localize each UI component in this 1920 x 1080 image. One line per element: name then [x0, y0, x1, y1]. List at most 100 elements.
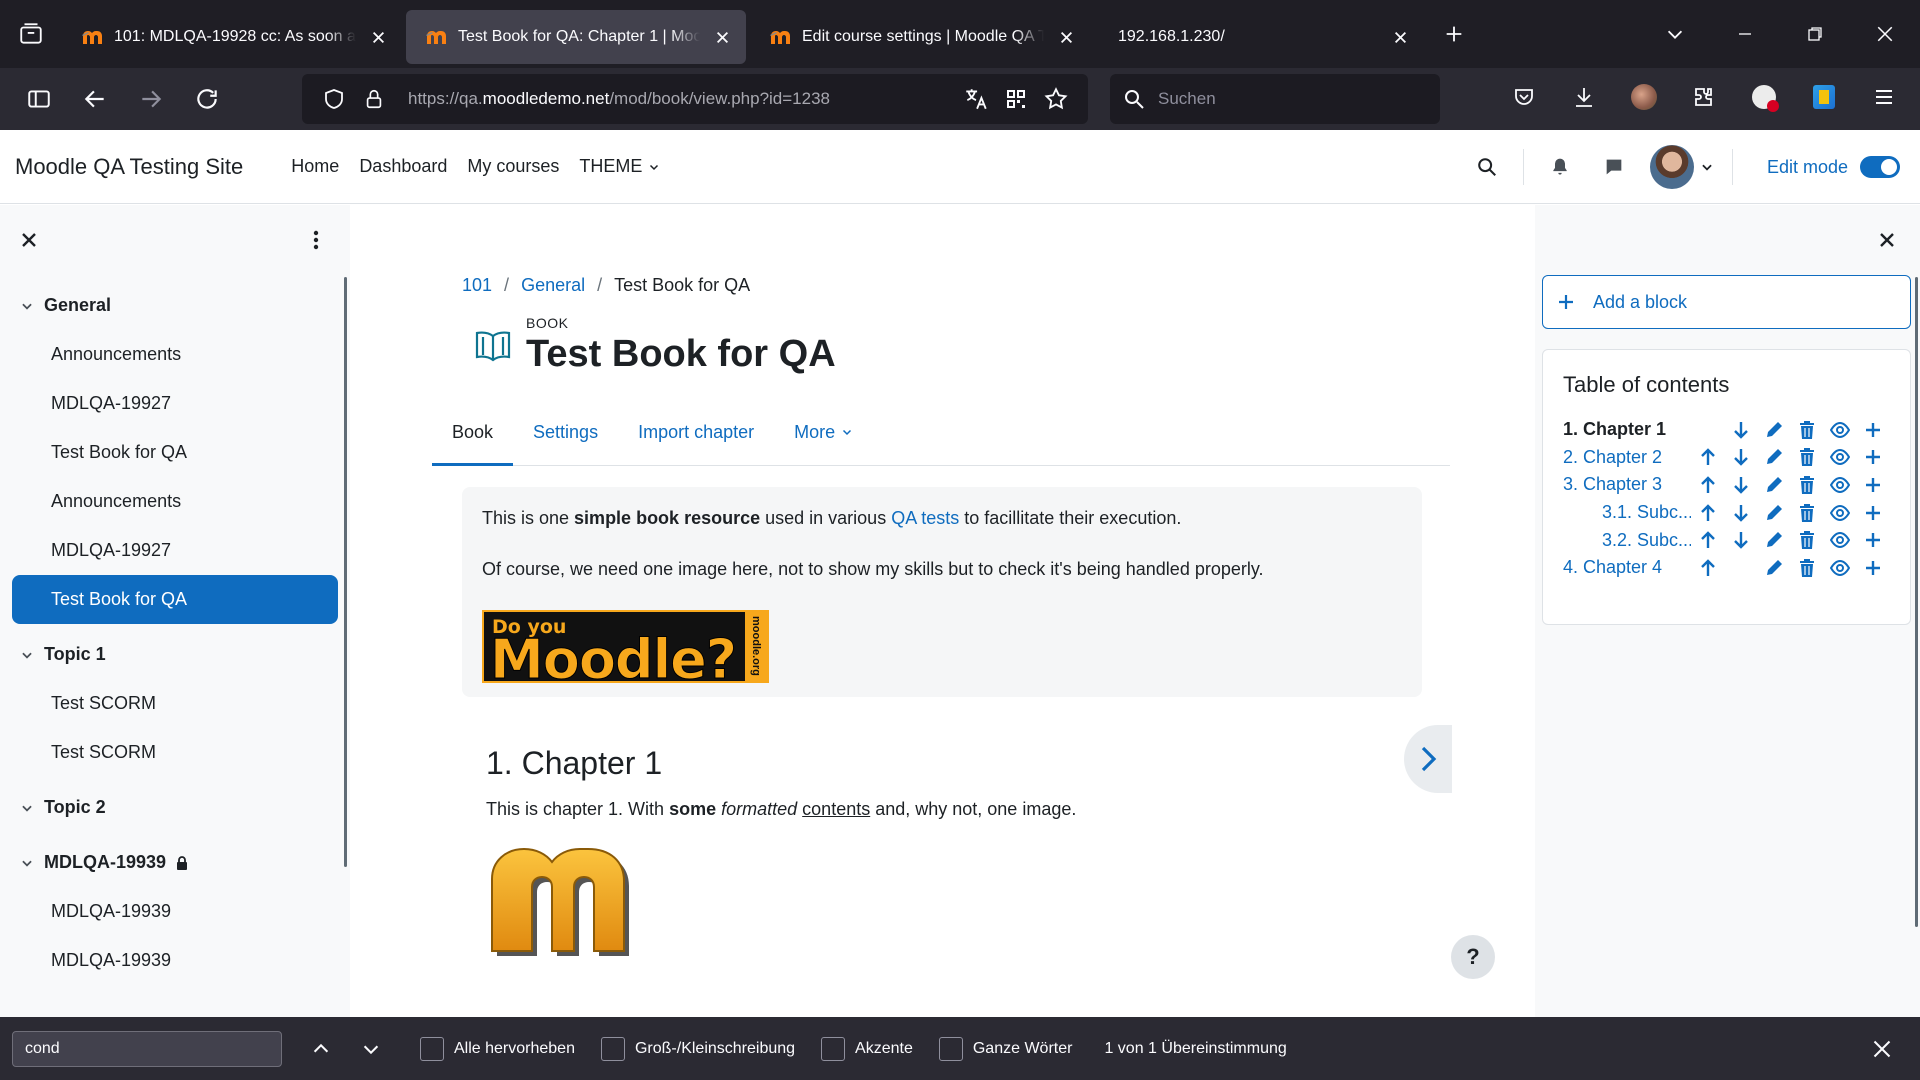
- browser-tab[interactable]: Test Book for QA: Chapter 1 | Moodle Q: [406, 10, 746, 64]
- hide-eye-icon[interactable]: [1823, 473, 1856, 497]
- delete-trash-icon[interactable]: [1790, 418, 1823, 442]
- browser-tab[interactable]: 192.168.1.230/: [1094, 10, 1424, 64]
- web-search-bar[interactable]: [1110, 74, 1440, 124]
- move-down-arrow-icon[interactable]: [1724, 418, 1757, 442]
- bookmark-star-icon[interactable]: [1036, 79, 1076, 119]
- move-down-arrow-icon[interactable]: [1724, 473, 1757, 497]
- extensions-icon[interactable]: [1678, 74, 1730, 120]
- hide-eye-icon[interactable]: [1823, 418, 1856, 442]
- hide-eye-icon[interactable]: [1823, 445, 1856, 469]
- back-arrow-icon[interactable]: [72, 76, 118, 122]
- account-avatar-icon[interactable]: [1618, 74, 1670, 120]
- messages-icon[interactable]: [1596, 149, 1632, 185]
- add-chapter-plus-icon[interactable]: [1856, 473, 1889, 497]
- toc-chapter-link[interactable]: 2. Chapter 2: [1563, 447, 1691, 468]
- match-case-checkbox[interactable]: Groß-/Kleinschreibung: [600, 1036, 795, 1061]
- browser-tab[interactable]: Edit course settings | Moodle QA Testin: [750, 10, 1090, 64]
- move-down-arrow-icon[interactable]: [1724, 528, 1757, 552]
- edit-pencil-icon[interactable]: [1757, 473, 1790, 497]
- toc-chapter-link[interactable]: 3.2. Subc...: [1563, 530, 1691, 551]
- course-index-section[interactable]: MDLQA-19939: [12, 838, 338, 887]
- primary-nav-dashboard[interactable]: Dashboard: [349, 156, 457, 177]
- user-avatar[interactable]: [1649, 145, 1694, 189]
- edit-pencil-icon[interactable]: [1757, 528, 1790, 552]
- course-index-item[interactable]: Announcements: [12, 477, 338, 526]
- find-input[interactable]: [12, 1030, 282, 1067]
- downloads-icon[interactable]: [1558, 74, 1610, 120]
- course-index-item[interactable]: MDLQA-19939: [12, 887, 338, 936]
- find-next-chevron-down-icon[interactable]: [348, 1026, 394, 1072]
- tab-close-icon[interactable]: [366, 25, 390, 49]
- hide-eye-icon[interactable]: [1823, 556, 1856, 580]
- block-drawer-scrollbar[interactable]: [1915, 277, 1918, 927]
- tab-list-icon[interactable]: [0, 0, 62, 68]
- tab-close-icon[interactable]: [1388, 25, 1412, 49]
- highlight-all-checkbox[interactable]: Alle hervorheben: [420, 1036, 575, 1061]
- qa-tests-link[interactable]: QA tests: [891, 508, 959, 528]
- tab-close-icon[interactable]: [1054, 25, 1078, 49]
- course-index-item[interactable]: Test Book for QA: [12, 428, 338, 477]
- browser-tab[interactable]: 101: MDLQA-19928 cc: As soon as we l: [62, 10, 402, 64]
- close-window-button[interactable]: [1850, 0, 1920, 68]
- course-index-item[interactable]: Announcements: [12, 330, 338, 379]
- delete-trash-icon[interactable]: [1790, 501, 1823, 525]
- chevron-down-icon[interactable]: [20, 648, 34, 662]
- privacy-extension-icon[interactable]: [1738, 74, 1790, 120]
- edit-mode-switch[interactable]: Edit mode: [1767, 156, 1900, 178]
- tab-close-icon[interactable]: [710, 25, 734, 49]
- add-chapter-plus-icon[interactable]: [1856, 528, 1889, 552]
- course-index-scrollbar[interactable]: [344, 277, 347, 867]
- add-chapter-plus-icon[interactable]: [1856, 556, 1889, 580]
- forward-arrow-icon[interactable]: [128, 76, 174, 122]
- web-search-input[interactable]: [1158, 89, 1418, 109]
- course-index-item[interactable]: MDLQA-19939: [12, 936, 338, 985]
- toc-chapter-link[interactable]: 4. Chapter 4: [1563, 557, 1691, 578]
- url-bar[interactable]: https://qa.moodledemo.net/mod/book/view.…: [302, 74, 1088, 124]
- qr-code-icon[interactable]: [996, 79, 1036, 119]
- toc-chapter-link[interactable]: 3.1. Subc...: [1563, 502, 1691, 523]
- course-index-section[interactable]: Topic 2: [12, 783, 338, 832]
- section-label[interactable]: Topic 2: [44, 797, 106, 818]
- translate-icon[interactable]: [956, 79, 996, 119]
- edit-pencil-icon[interactable]: [1757, 501, 1790, 525]
- tab-overflow-chevron-icon[interactable]: [1640, 0, 1710, 68]
- tab-import-chapter[interactable]: Import chapter: [618, 402, 774, 466]
- whole-words-checkbox[interactable]: Ganze Wörter: [938, 1036, 1072, 1061]
- course-index-section[interactable]: General: [12, 281, 338, 330]
- lock-icon[interactable]: [354, 79, 394, 119]
- delete-trash-icon[interactable]: [1790, 473, 1823, 497]
- checkbox-box[interactable]: [420, 1036, 444, 1061]
- close-drawer-icon[interactable]: [14, 225, 44, 255]
- checkbox-box[interactable]: [821, 1036, 846, 1061]
- user-menu[interactable]: [1649, 145, 1714, 189]
- reload-icon[interactable]: [184, 76, 230, 122]
- course-index-section[interactable]: Topic 1: [12, 630, 338, 679]
- breadcrumb-item[interactable]: 101: [462, 275, 492, 296]
- app-menu-icon[interactable]: [1858, 74, 1910, 120]
- primary-nav-theme[interactable]: THEME: [569, 156, 670, 177]
- add-block-button[interactable]: Add a block: [1542, 275, 1911, 329]
- hide-eye-icon[interactable]: [1823, 528, 1856, 552]
- course-index-options-icon[interactable]: [304, 225, 328, 255]
- course-index-item[interactable]: Test SCORM: [12, 728, 338, 777]
- chevron-down-icon[interactable]: [20, 856, 34, 870]
- sidebar-toggle-icon[interactable]: [16, 76, 62, 122]
- match-accents-checkbox[interactable]: Akzente: [821, 1036, 913, 1061]
- add-chapter-plus-icon[interactable]: [1856, 418, 1889, 442]
- close-findbar-icon[interactable]: [1860, 1027, 1904, 1071]
- minimize-window-button[interactable]: [1710, 0, 1780, 68]
- site-name[interactable]: Moodle QA Testing Site: [15, 154, 243, 180]
- tracking-shield-icon[interactable]: [314, 79, 354, 119]
- delete-trash-icon[interactable]: [1790, 528, 1823, 552]
- edit-pencil-icon[interactable]: [1757, 556, 1790, 580]
- chevron-down-icon[interactable]: [20, 801, 34, 815]
- edit-pencil-icon[interactable]: [1757, 445, 1790, 469]
- pocket-icon[interactable]: [1498, 74, 1550, 120]
- restore-window-button[interactable]: [1780, 0, 1850, 68]
- close-block-drawer-icon[interactable]: [1872, 225, 1902, 255]
- primary-nav-my-courses[interactable]: My courses: [457, 156, 569, 177]
- tab-settings[interactable]: Settings: [513, 402, 618, 466]
- toc-chapter-link[interactable]: 3. Chapter 3: [1563, 474, 1691, 495]
- notifications-bell-icon[interactable]: [1542, 149, 1578, 185]
- reader-extension-icon[interactable]: [1798, 74, 1850, 120]
